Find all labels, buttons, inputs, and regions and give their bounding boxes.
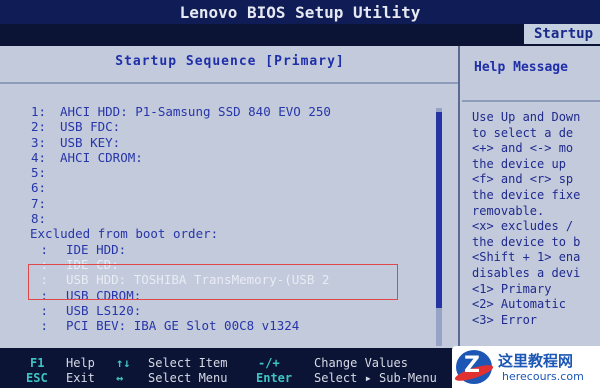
excluded-item-usb-hdd-selected[interactable]: : USB HDD: TOSHIBA TransMemory-(USB 2 (0, 272, 430, 287)
help-line: removable. (472, 203, 545, 218)
site-watermark: Z 这里教程网 herecours.com (452, 346, 600, 388)
esc-key: ESC (26, 371, 48, 385)
boot-item-7[interactable]: 7: (0, 196, 430, 211)
help-line: to select a de (472, 125, 574, 140)
header-divider (0, 82, 458, 84)
startup-sequence-pane: Startup Sequence [Primary] 1: AHCI HDD: P… (0, 46, 460, 350)
bios-title: Lenovo BIOS Setup Utility (179, 2, 421, 22)
help-pane: Help Message Use Up and Down to select a… (462, 46, 600, 350)
boot-item-8[interactable]: 8: (0, 211, 430, 226)
plus-minus-key: -/+ (258, 356, 280, 370)
help-line: <f> and <r> sp (472, 172, 574, 187)
boot-item-5[interactable]: 5: (0, 165, 430, 180)
help-header: Help Message (474, 60, 568, 75)
watermark-url: herecours.com (502, 370, 584, 383)
help-divider (462, 100, 600, 102)
boot-list: 1: AHCI HDD: P1-Samsung SSD 840 EVO 250 2… (0, 104, 430, 333)
boot-item-4[interactable]: 4: AHCI CDROM: (0, 150, 430, 165)
change-values-label: Change Values (314, 356, 408, 370)
boot-item-6[interactable]: 6: (0, 180, 430, 195)
leftright-arrows-icon: ↔ (116, 371, 124, 385)
bios-title-bar: Lenovo BIOS Setup Utility (0, 0, 600, 24)
watermark-title: 这里教程网 (498, 352, 574, 370)
excluded-label: Excluded from boot order: (30, 226, 219, 242)
help-line: the device to b (472, 234, 581, 249)
enter-key: Enter (256, 371, 293, 385)
excluded-item-ide-cd[interactable]: : IDE CD: (0, 257, 430, 272)
section-header: Startup Sequence [Primary] (115, 54, 345, 69)
help-line: <2> Automatic (472, 297, 566, 312)
leftright-label: Select Menu (148, 371, 228, 385)
help-line: disables a devi (472, 265, 581, 280)
help-line: <x> excludes / (472, 219, 574, 234)
help-line: the device fixe (472, 187, 581, 202)
updown-arrows-icon: ↑↓ (116, 356, 131, 370)
excluded-item-usb-cdrom[interactable]: : USB CDROM: (0, 288, 430, 303)
help-text: Use Up and Down to select a de <+> and <… (472, 110, 600, 328)
boot-item-3[interactable]: 3: USB KEY: (0, 135, 430, 150)
help-line: the device up (472, 156, 566, 171)
scrollbar-thumb[interactable] (436, 112, 442, 308)
boot-item-2[interactable]: 2: USB FDC: (0, 119, 430, 134)
esc-label: Exit (66, 371, 95, 385)
updown-label: Select Item (148, 356, 228, 370)
watermark-logo-icon: Z (453, 350, 495, 384)
excluded-item-usb-ls120[interactable]: : USB LS120: (0, 303, 430, 318)
excluded-item-pci-bev[interactable]: : PCI BEV: IBA GE Slot 00C8 v1324 (0, 318, 430, 333)
select-submenu-label: Select ▸ Sub-Menu (314, 371, 437, 385)
f1-label: Help (66, 356, 95, 370)
help-line: <Shift + 1> ena (472, 250, 581, 265)
main-frame: Startup Sequence [Primary] 1: AHCI HDD: P… (0, 44, 600, 350)
help-line: <+> and <-> mo (472, 141, 574, 156)
f1-key: F1 (30, 356, 45, 370)
tab-startup[interactable]: Startup (522, 24, 600, 44)
list-scrollbar[interactable] (436, 108, 442, 346)
help-line: <1> Primary (472, 281, 552, 296)
excluded-item-ide-hdd[interactable]: : IDE HDD: (0, 242, 430, 257)
help-line: <3> Error (472, 312, 538, 327)
tab-startup-label: Startup (534, 26, 594, 42)
boot-item-1[interactable]: 1: AHCI HDD: P1-Samsung SSD 840 EVO 250 (0, 104, 430, 119)
help-line: Use Up and Down (472, 110, 581, 124)
